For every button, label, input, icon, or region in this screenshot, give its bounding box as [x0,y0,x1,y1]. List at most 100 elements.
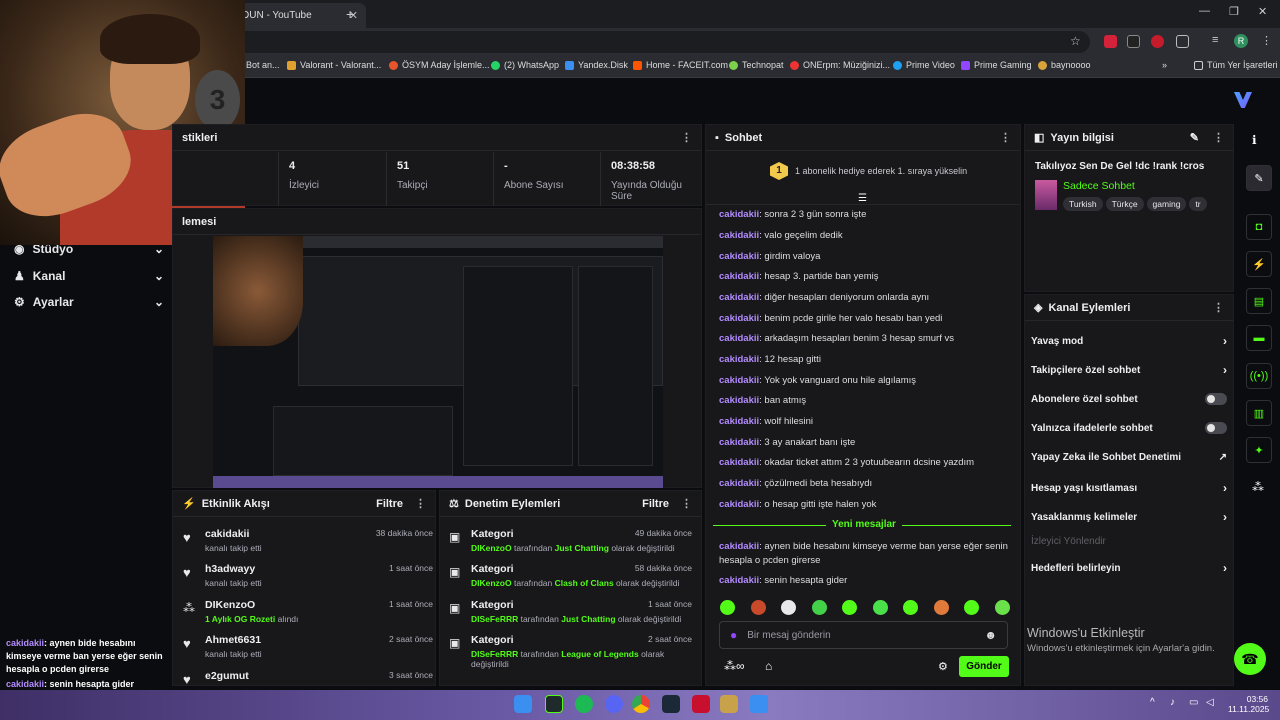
action-slow-mode[interactable]: Yavaş mod › [1031,334,1227,348]
start-icon[interactable] [514,695,532,713]
more-icon[interactable]: ⋮ [681,497,692,510]
emote-icon[interactable] [872,600,888,615]
sidebar-item-settings[interactable]: ⚙ Ayarlar ⌄ [14,295,164,309]
league-icon[interactable] [720,695,738,713]
tag[interactable]: Türkçe [1105,197,1144,211]
bookmark-item[interactable]: Bot an... [246,60,280,70]
valorant-icon[interactable] [692,695,710,713]
more-icon[interactable]: ⋮ [415,497,426,510]
mic-icon[interactable]: ♪ [1170,697,1175,708]
puzzle-icon[interactable] [1176,35,1189,48]
emote-icon[interactable] [842,600,858,615]
emote-icon[interactable] [811,600,827,615]
toggle-switch[interactable] [1205,393,1227,405]
stream-preview-video[interactable] [213,236,663,488]
extension-icon[interactable] [1151,35,1164,48]
bookmark-item[interactable]: Valorant - Valorant... [287,60,381,70]
more-icon[interactable]: ⋮ [1000,131,1011,144]
chat-icon[interactable]: ▬ [1246,325,1272,351]
network-icon[interactable]: ▭ [1189,697,1198,708]
tag[interactable]: gaming [1146,197,1187,211]
more-icon[interactable]: ⋮ [1213,301,1224,314]
more-icon[interactable]: ⋮ [1213,131,1224,144]
chat-input[interactable]: ● Bir mesaj gönderin ☻ [719,621,1008,649]
category-name[interactable]: Sadece Sohbet [1063,180,1135,192]
extension-icon[interactable] [1127,35,1140,48]
microphone-icon[interactable]: ● [730,628,737,642]
emote-icon[interactable] [994,600,1010,615]
menu-icon[interactable]: ⋮ [1261,34,1272,47]
pinned-toggle-icon[interactable]: ☰ [858,193,867,204]
action-followers-only[interactable]: Takipçilere özel sohbet › [1031,363,1227,377]
bookmark-item[interactable]: (2) WhatsApp [491,60,559,70]
layout-icon[interactable]: ▥ [1246,400,1272,426]
discord-icon[interactable] [605,695,623,713]
store-icon[interactable]: ⌂ [765,659,772,673]
chat-settings-icon[interactable]: ⚙ [938,660,948,673]
emote-icon[interactable] [720,600,735,615]
chevron-right-icon: › [1223,481,1227,495]
emote-icon[interactable] [781,600,797,615]
bookmark-item[interactable]: ÖSYM Aday İşlemle... [389,60,490,70]
extension-icon[interactable] [1104,35,1117,48]
community-icon[interactable]: ⁂ [1252,480,1264,494]
minimize-icon[interactable]: — [1199,5,1210,17]
edit-icon[interactable]: ✎ [1246,165,1272,191]
activity-filter-button[interactable]: Filtre [376,498,403,510]
bookmark-item[interactable]: Yandex.Disk [565,60,628,70]
taskbar-clock[interactable]: 03:56 11.11.2025 [1228,694,1269,714]
edit-icon[interactable]: ✎ [1190,131,1199,144]
maximize-icon[interactable]: ❐ [1229,5,1239,18]
tray-chevron-icon[interactable]: ^ [1150,697,1155,708]
chat-message: cakidakii: hesap 3. partide ban yemiş [719,271,879,282]
taskbar-app-icon[interactable] [545,695,563,713]
more-icon[interactable]: ⋮ [681,131,692,144]
new-tab-icon[interactable]: + [346,6,354,22]
emote-icon[interactable] [903,600,919,615]
action-emote-only[interactable]: Yalnızca ifadelerle sohbet [1031,422,1227,434]
action-ai-moderation[interactable]: Yapay Zeka ile Sohbet Denetimi ↗ [1031,452,1227,463]
bookmark-item[interactable]: Technopat [729,60,784,70]
chrome-icon[interactable] [632,695,650,713]
bookmark-item[interactable]: Home - FACEIT.com [633,60,728,70]
volume-icon[interactable]: ◁ [1206,697,1214,708]
bookmark-item[interactable]: Prime Video [893,60,955,70]
emote-icon[interactable] [750,600,766,615]
action-goals[interactable]: Hedefleri belirleyin › [1031,561,1227,575]
camera-icon[interactable]: ◘ [1246,214,1272,240]
moderation-filter-button[interactable]: Filtre [642,498,669,510]
support-icon[interactable]: ☎ [1234,643,1266,675]
gift-promo-text[interactable]: 1 abonelik hediye ederek 1. sıraya yükse… [795,166,967,176]
steam-icon[interactable] [662,695,680,713]
bookmark-item[interactable]: baynoooo [1038,60,1091,70]
media-icon[interactable]: ≡ [1212,34,1218,46]
address-input[interactable] [234,31,1090,53]
profile-avatar[interactable]: R [1234,34,1248,48]
broadcast-icon[interactable]: ((•)) [1246,363,1272,389]
tab-title: DUN - YouTube [242,10,312,21]
action-banned-words[interactable]: Yasaklanmış kelimeler › [1031,510,1227,524]
bookmark-overflow-icon[interactable]: » [1162,60,1167,70]
toggle-switch[interactable] [1205,422,1227,434]
sidebar-item-channel[interactable]: ♟ Kanal ⌄ [14,269,164,283]
action-subscribers-only[interactable]: Abonelere özel sohbet [1031,393,1227,405]
emote-icon[interactable] [933,600,949,615]
star-icon[interactable]: ☆ [1070,34,1081,48]
wrench-icon[interactable]: ✦ [1246,437,1272,463]
bolt-icon[interactable]: ⚡ [1246,251,1272,277]
window-close-icon[interactable]: ✕ [1258,5,1267,18]
taskbar-app-icon[interactable] [750,695,768,713]
tag[interactable]: tr [1189,197,1207,211]
all-bookmarks[interactable]: Tüm Yer İşaretleri [1194,60,1278,70]
clipboard-icon[interactable]: ▤ [1246,288,1272,314]
emoji-icon[interactable]: ☻ [984,628,997,642]
bookmark-item[interactable]: ONErpm: Müziğinizi... [790,60,890,70]
info-icon[interactable]: ℹ [1252,133,1257,147]
emote-icon[interactable] [964,600,980,615]
tag[interactable]: Turkish [1063,197,1103,211]
action-account-age[interactable]: Hesap yaşı kısıtlaması › [1031,481,1227,495]
send-button[interactable]: Gönder [959,656,1009,677]
spotify-icon[interactable] [575,695,593,713]
bookmark-item[interactable]: Prime Gaming [961,60,1032,70]
community-icon[interactable]: ⁂∞ [724,659,745,673]
